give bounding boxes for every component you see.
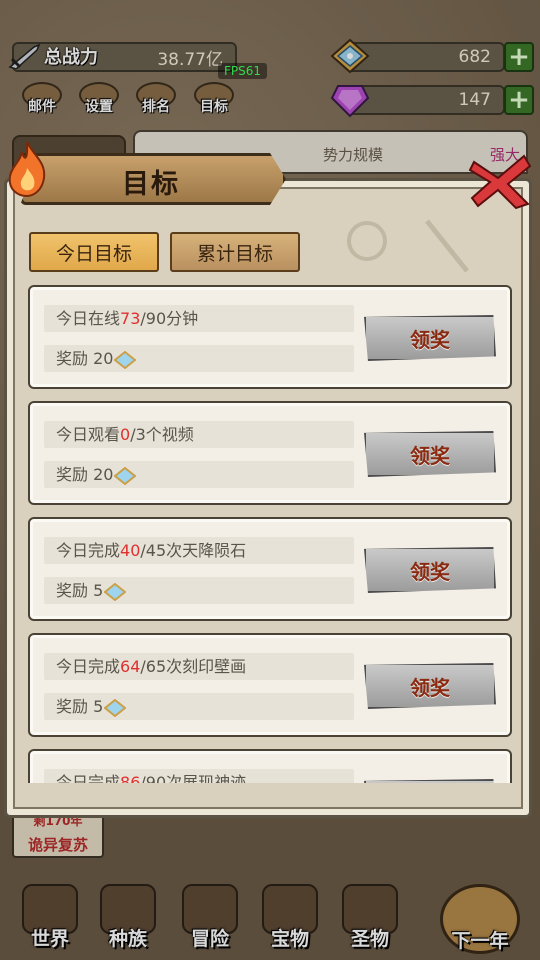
tab-today-goals[interactable]: 今日目标 bbox=[29, 232, 159, 272]
task-card: 今日观看0/3个视频 奖励 20 领奖 bbox=[28, 401, 512, 505]
task-description: 今日完成86/90次展现神迹 bbox=[44, 769, 354, 783]
task-description: 今日在线73/90分钟 bbox=[44, 305, 354, 332]
task-progress: 40 bbox=[120, 541, 141, 560]
task-target: /45次天降陨石 bbox=[140, 541, 247, 560]
task-reward: 奖励 20 bbox=[44, 345, 354, 372]
task-prefix: 今日在线 bbox=[56, 309, 121, 328]
claim-button[interactable]: 领奖 bbox=[364, 547, 496, 593]
crystal-icon bbox=[114, 350, 137, 369]
task-description: 今日完成40/45次天降陨石 bbox=[44, 537, 354, 564]
task-card: 今日完成40/45次天降陨石 奖励 5 领奖 bbox=[28, 517, 512, 621]
task-progress: 0 bbox=[120, 425, 131, 444]
task-description: 今日完成64/65次刻印壁画 bbox=[44, 653, 354, 680]
crystal-icon bbox=[104, 698, 127, 717]
claim-button[interactable]: 领奖 bbox=[364, 431, 496, 477]
task-target: /90次展现神迹 bbox=[140, 773, 247, 783]
reward-label: 奖励 bbox=[56, 465, 89, 484]
task-target: /65次刻印壁画 bbox=[140, 657, 247, 676]
reward-amount: 5 bbox=[93, 697, 104, 716]
claim-button[interactable]: 领奖 bbox=[364, 663, 496, 709]
tab-cumulative-goals[interactable]: 累计目标 bbox=[170, 232, 300, 272]
task-progress: 64 bbox=[120, 657, 141, 676]
task-reward: 奖励 20 bbox=[44, 461, 354, 488]
task-prefix: 今日观看 bbox=[56, 425, 121, 444]
task-card: 今日完成86/90次展现神迹 领奖 bbox=[28, 749, 512, 783]
task-list[interactable]: 今日在线73/90分钟 奖励 20 领奖 今日观看0/3个视频 奖励 20 领奖… bbox=[28, 285, 514, 783]
modal-title: 目标 bbox=[122, 169, 180, 200]
task-description: 今日观看0/3个视频 bbox=[44, 421, 354, 448]
task-prefix: 今日完成 bbox=[56, 657, 121, 676]
crystal-icon bbox=[114, 466, 137, 485]
task-progress: 86 bbox=[120, 773, 141, 783]
task-card: 今日在线73/90分钟 奖励 20 领奖 bbox=[28, 285, 512, 389]
task-card: 今日完成64/65次刻印壁画 奖励 5 领奖 bbox=[28, 633, 512, 737]
crystal-icon bbox=[104, 582, 127, 601]
reward-amount: 20 bbox=[93, 465, 114, 484]
task-target: /3个视频 bbox=[130, 425, 194, 444]
task-reward: 奖励 5 bbox=[44, 577, 354, 604]
flame-icon bbox=[8, 141, 46, 198]
reward-amount: 20 bbox=[93, 349, 114, 368]
task-prefix: 今日完成 bbox=[56, 541, 121, 560]
reward-amount: 5 bbox=[93, 581, 104, 600]
reward-label: 奖励 bbox=[56, 581, 89, 600]
task-reward: 奖励 5 bbox=[44, 693, 354, 720]
task-progress: 73 bbox=[120, 309, 141, 328]
task-prefix: 今日完成 bbox=[56, 773, 121, 783]
close-icon[interactable] bbox=[468, 152, 534, 210]
reward-label: 奖励 bbox=[56, 349, 89, 368]
reward-label: 奖励 bbox=[56, 697, 89, 716]
claim-button[interactable]: 领奖 bbox=[364, 779, 496, 783]
task-target: /90分钟 bbox=[140, 309, 199, 328]
claim-button[interactable]: 领奖 bbox=[364, 315, 496, 361]
